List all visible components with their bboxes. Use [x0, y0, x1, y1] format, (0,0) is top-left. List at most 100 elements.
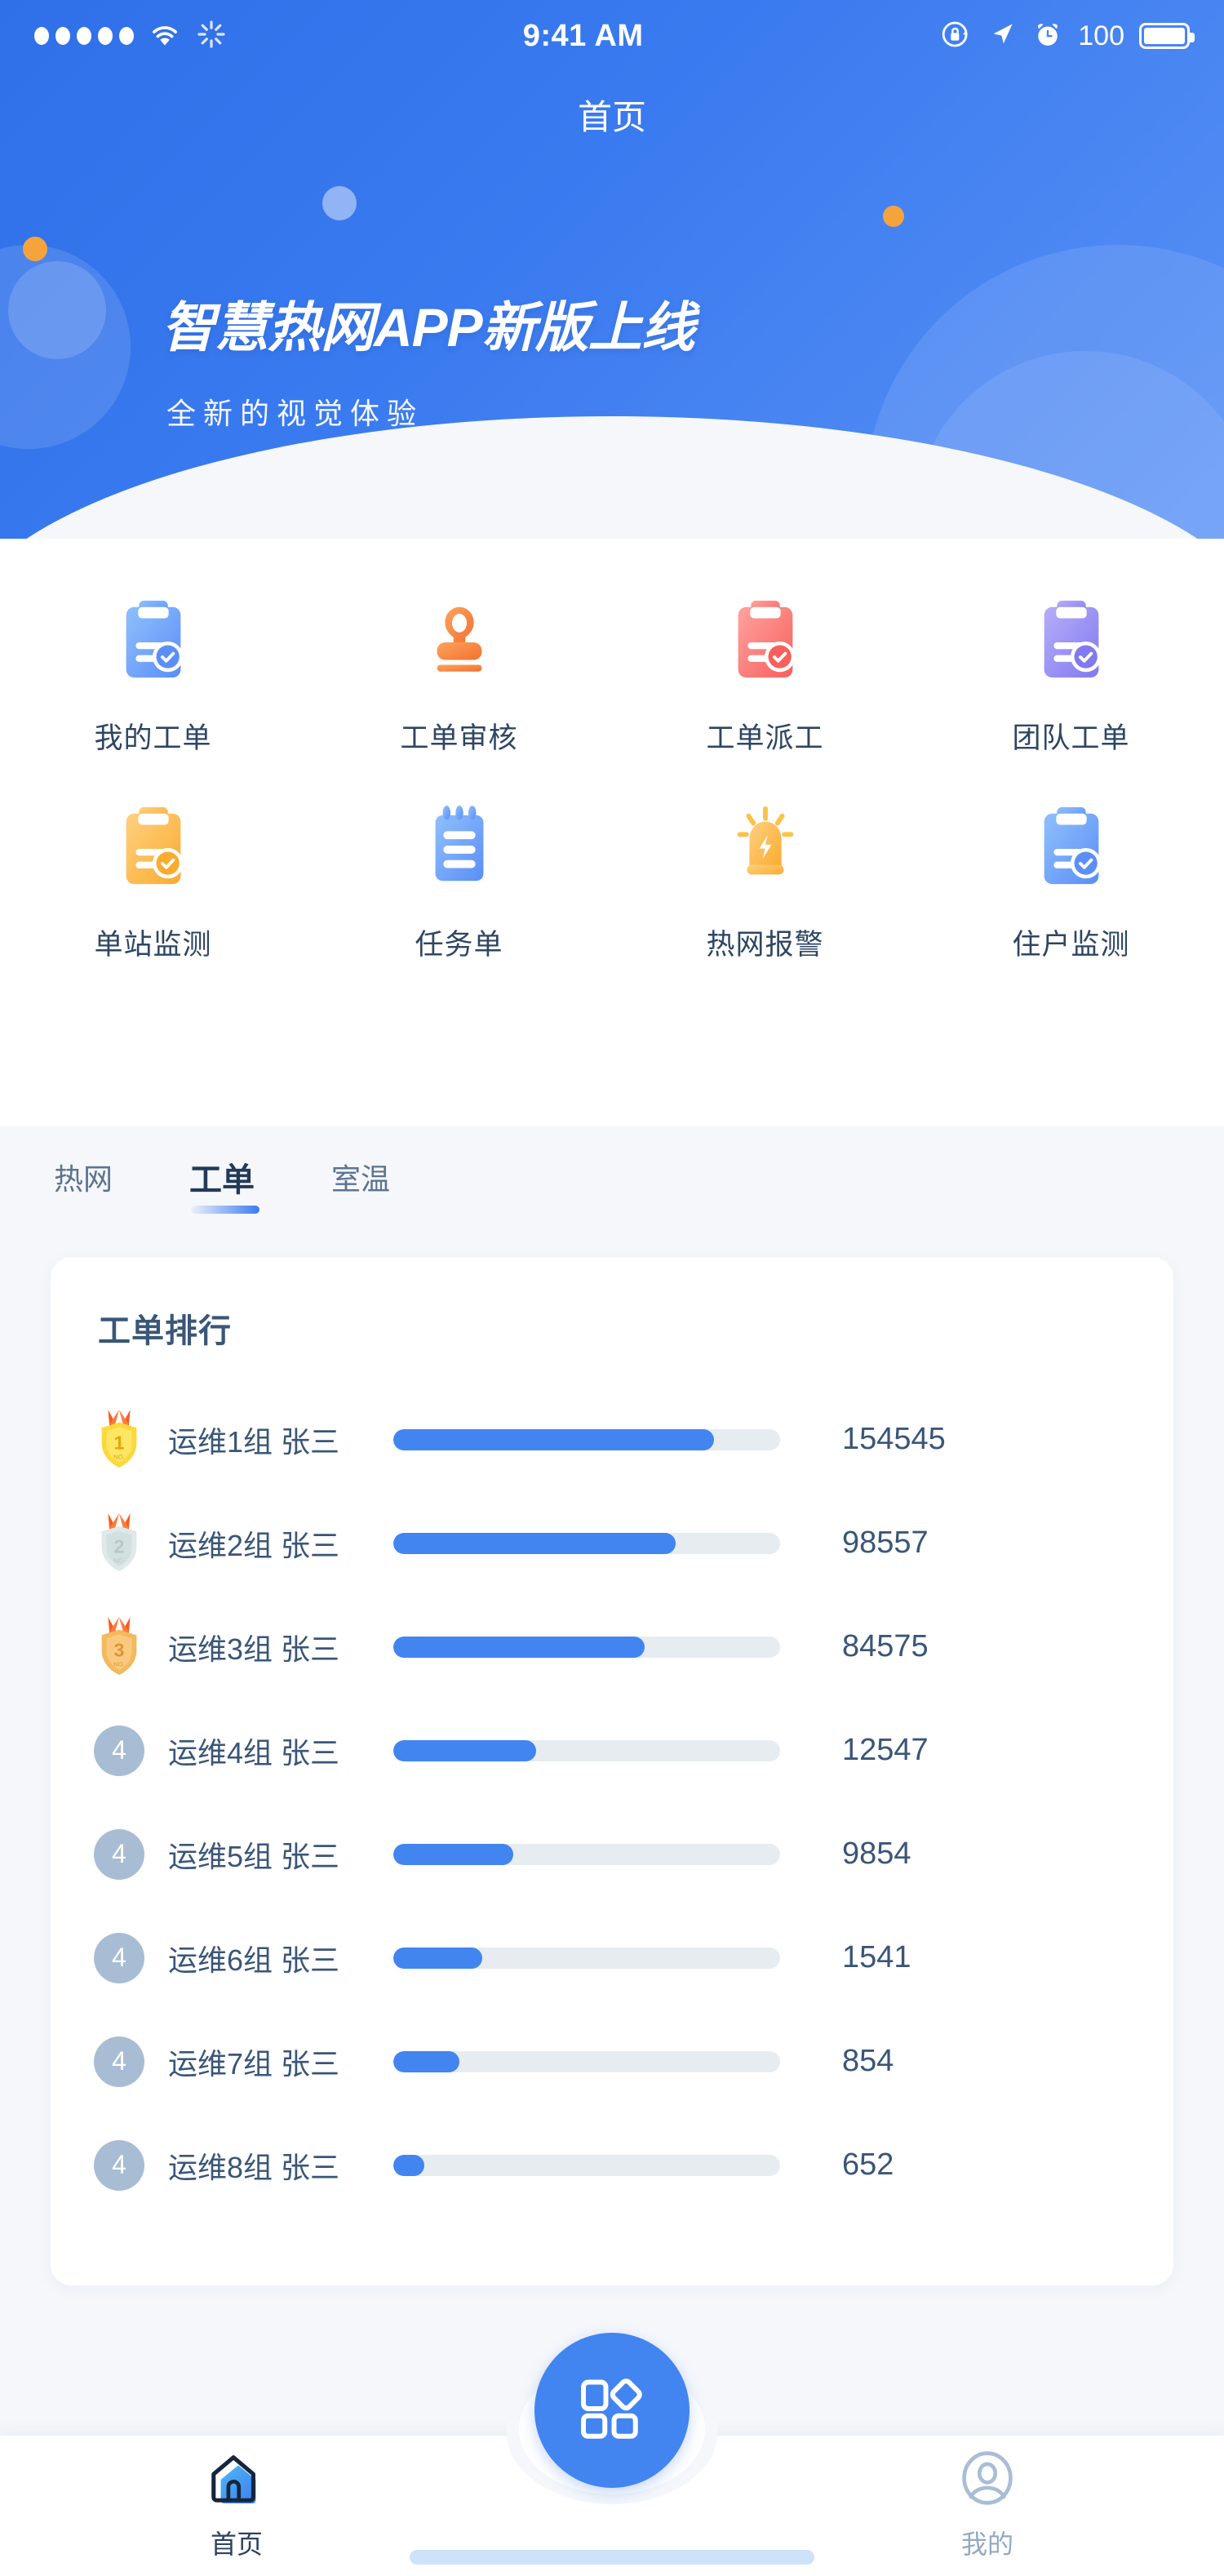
decorative-dot: [322, 186, 357, 220]
rank-name: 运维3组 张三: [168, 1632, 340, 1666]
table-row[interactable]: 1 NO. 运维1组 张三 154545: [51, 1388, 1173, 1491]
stamp-icon: [420, 597, 499, 684]
shortcut-work-order-dispatch[interactable]: 工单派工: [612, 597, 918, 757]
rank-number-badge: 4: [90, 2036, 149, 2087]
table-row[interactable]: 4 运维7组 张三 854: [51, 2010, 1173, 2113]
clipboard-check-icon: [726, 597, 805, 684]
shortcut-resident-monitor[interactable]: 住户监测: [918, 804, 1224, 963]
rank-name: 运维4组 张三: [168, 1735, 340, 1770]
rank-name: 运维8组 张三: [168, 2150, 340, 2184]
progress-bar-track: [393, 1739, 780, 1761]
banner-title: 智慧热网APP新版上线: [162, 297, 695, 358]
progress-bar-track: [393, 2154, 780, 2176]
loading-spinner-icon: [196, 19, 227, 54]
page-title: 首页: [577, 98, 646, 136]
rank-number-badge: 4: [90, 1932, 149, 1983]
progress-bar-track: [393, 1532, 780, 1554]
home-icon: [205, 2448, 268, 2512]
banner-subtitle: 全新的视觉体验: [166, 397, 424, 430]
tabbar-item-home[interactable]: 首页: [114, 2448, 359, 2561]
rank-value: 652: [842, 2147, 894, 2182]
shortcut-work-order-review[interactable]: 工单审核: [306, 597, 612, 757]
progress-bar-fill: [393, 1636, 645, 1658]
signal-dots-icon: [34, 27, 134, 45]
shortcut-task-sheet[interactable]: 任务单: [306, 804, 612, 963]
svg-text:2: 2: [114, 1535, 125, 1557]
progress-bar-track: [393, 2050, 780, 2072]
clipboard-check-icon: [114, 804, 193, 890]
rank-number-badge: 4: [90, 1725, 149, 1776]
progress-bar-track: [393, 1428, 780, 1450]
shortcut-label: 热网报警: [706, 929, 824, 961]
tabbar-label: 首页: [210, 2529, 263, 2559]
table-row[interactable]: 4 运维4组 张三 12547: [51, 1699, 1173, 1802]
status-time: 9:41 AM: [522, 18, 644, 53]
table-row[interactable]: 4 运维6组 张三 1541: [51, 1906, 1173, 2010]
rank-value: 12547: [842, 1733, 929, 1767]
shortcut-label: 我的工单: [94, 722, 212, 754]
alarm-siren-icon: [726, 804, 805, 890]
rank-number: 4: [94, 2139, 144, 2191]
grid-apps-icon: [575, 2372, 649, 2449]
rank-number-badge: 4: [90, 1828, 149, 1880]
gold-medal-icon: 1 NO.: [90, 1408, 149, 1472]
rank-value: 854: [842, 2044, 894, 2078]
decorative-dot-orange: [883, 206, 904, 227]
rank-number: 4: [94, 1725, 144, 1776]
progress-bar-track: [393, 1843, 780, 1865]
decorative-dot-orange: [23, 237, 47, 261]
battery-percent: 100: [1078, 20, 1124, 51]
hero-banner: 智慧热网APP新版上线 全新的视觉体验 9:41 AM 100 首页: [0, 0, 1224, 539]
notepad-icon: [420, 804, 499, 890]
alarm-clock-icon: [1032, 19, 1063, 54]
shortcut-single-station-monitor[interactable]: 单站监测: [0, 804, 306, 963]
ranking-list: 1 NO. 运维1组 张三 154545 2 NO. 运维2组 张三 98557…: [51, 1388, 1173, 2217]
progress-bar-fill: [393, 2154, 424, 2176]
shortcut-label: 团队工单: [1012, 722, 1130, 754]
app-root: 智慧热网APP新版上线 全新的视觉体验 9:41 AM 100 首页 我的工单 …: [0, 0, 1224, 2576]
tab-work-order[interactable]: 工单: [189, 1153, 260, 1214]
rank-number: 4: [94, 2036, 144, 2087]
work-order-ranking-card: 工单排行 1 NO. 运维1组 张三 154545 2 NO. 运维2组 张三 …: [51, 1257, 1173, 2285]
shortcut-label: 单站监测: [94, 929, 212, 961]
rank-value: 84575: [842, 1629, 929, 1663]
svg-text:NO.: NO.: [113, 1453, 125, 1460]
rank-value: 1541: [842, 1940, 911, 1974]
rank-number-badge: 4: [90, 2139, 149, 2191]
tab-room-temperature[interactable]: 室温: [331, 1156, 390, 1211]
tabbar-item-mine[interactable]: 我的: [865, 2448, 1110, 2561]
table-row[interactable]: 4 运维8组 张三 652: [51, 2113, 1173, 2217]
shortcut-my-work-order[interactable]: 我的工单: [0, 597, 306, 757]
clipboard-check-icon: [1032, 804, 1111, 890]
apps-fab-button[interactable]: [534, 2333, 690, 2488]
rank-value: 154545: [842, 1422, 946, 1456]
progress-bar-track: [393, 1636, 780, 1658]
table-row[interactable]: 2 NO. 运维2组 张三 98557: [51, 1491, 1173, 1595]
shortcut-team-work-order[interactable]: 团队工单: [918, 597, 1224, 757]
table-row[interactable]: 4 运维5组 张三 9854: [51, 1802, 1173, 1906]
rank-name: 运维7组 张三: [168, 2046, 340, 2081]
svg-text:3: 3: [114, 1639, 125, 1660]
tabbar-label: 我的: [960, 2529, 1013, 2559]
table-row[interactable]: 3 NO. 运维3组 张三 84575: [51, 1595, 1173, 1699]
home-indicator: [410, 2550, 814, 2565]
rank-name: 运维6组 张三: [168, 1943, 340, 1977]
decorative-blob: [8, 261, 106, 359]
progress-bar-fill: [393, 2050, 459, 2072]
bottom-tab-bar: 首页 我的: [0, 2333, 1224, 2576]
tab-heating-network[interactable]: 热网: [54, 1156, 113, 1211]
svg-text:NO.: NO.: [113, 1557, 125, 1564]
rank-value: 9854: [842, 1837, 911, 1871]
clipboard-check-icon: [114, 597, 193, 684]
progress-bar-fill: [393, 1532, 676, 1554]
user-profile-icon: [957, 2448, 1018, 2512]
rank-name: 运维1组 张三: [168, 1424, 340, 1459]
wifi-icon: [149, 21, 181, 51]
rotation-lock-icon: [939, 18, 972, 55]
rank-name: 运维5组 张三: [168, 1839, 340, 1873]
rank-name: 运维2组 张三: [168, 1528, 340, 1562]
shortcut-heating-network-alarm[interactable]: 热网报警: [612, 804, 918, 963]
shortcut-label: 任务单: [415, 929, 503, 961]
svg-text:NO.: NO.: [113, 1660, 125, 1668]
progress-bar-fill: [393, 1428, 715, 1450]
